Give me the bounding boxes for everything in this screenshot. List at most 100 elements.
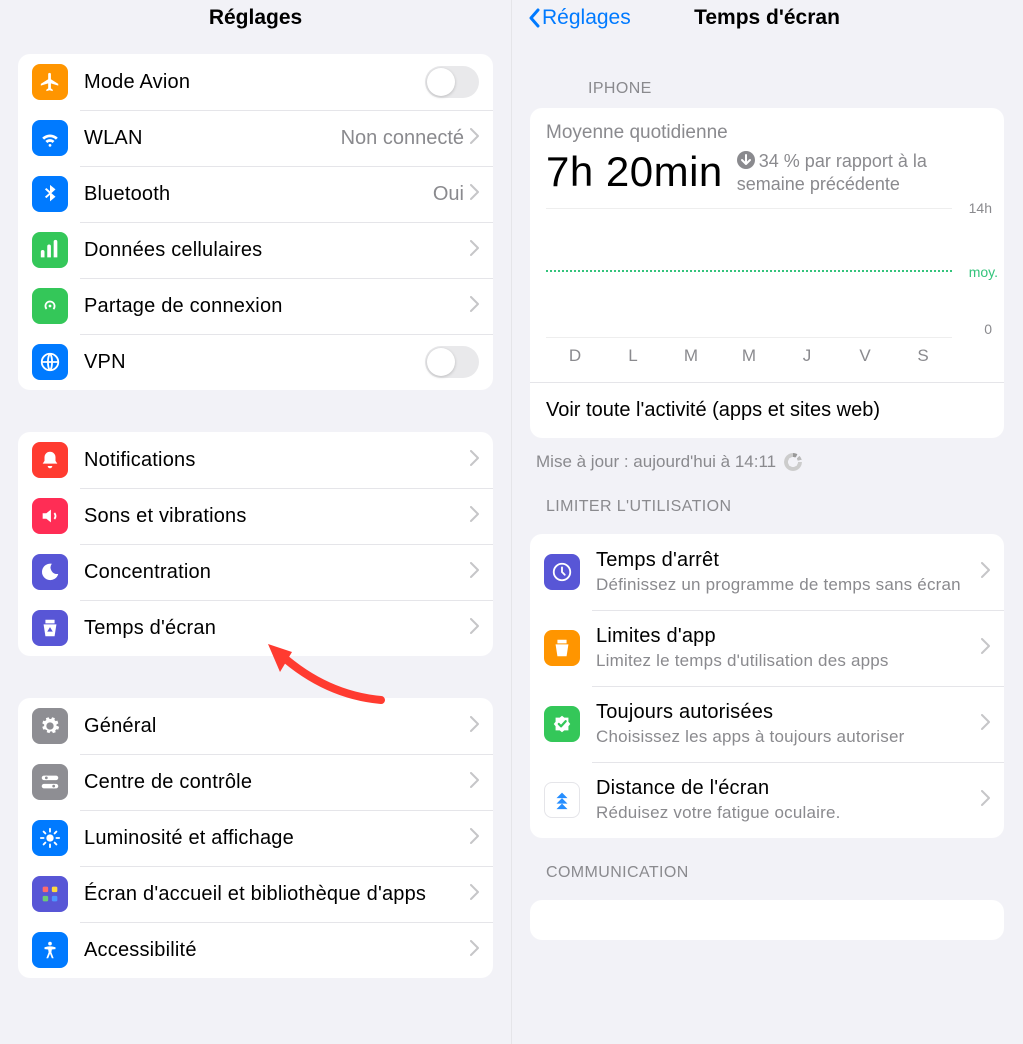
settings-row-focus[interactable]: Concentration [18,544,493,600]
chevron-right-icon [470,716,479,737]
chevron-right-icon [470,184,479,205]
y-tick-top: 14h [969,200,992,216]
settings-row-display[interactable]: Luminosité et affichage [18,810,493,866]
row-label: Distance de l'écranRéduisez votre fatigu… [596,777,981,823]
settings-row-bluetooth[interactable]: BluetoothOui [18,166,493,222]
update-status: Mise à jour : aujourd'hui à 14:11 [536,452,998,472]
toggle[interactable] [425,346,479,378]
row-label: Partage de connexion [84,295,470,318]
settings-row-home[interactable]: Écran d'accueil et bibliothèque d'apps [18,866,493,922]
access-icon [32,932,68,968]
settings-pane: Réglages Mode AvionWLANNon connectéBluet… [0,0,511,1044]
settings-row-control[interactable]: Centre de contrôle [18,754,493,810]
page-title: Réglages [209,6,302,30]
chevron-right-icon [470,940,479,961]
row-label: Notifications [84,449,470,472]
chevron-right-icon [981,638,990,659]
x-tick: L [604,346,662,366]
daily-average-card: Moyenne quotidienne 7h 20min 34 % par ra… [530,108,1004,438]
chevron-right-icon [981,790,990,811]
settings-group-network: Mode AvionWLANNon connectéBluetoothOuiDo… [18,54,493,390]
spinner-icon [784,453,802,471]
weekly-chart: 14h 0 moy. DLMMJVS [530,196,1004,382]
x-tick: S [894,346,952,366]
row-label: Sons et vibrations [84,505,470,528]
toggle[interactable] [425,66,479,98]
daily-average-value: 7h 20min [546,148,723,196]
settings-row-wlan[interactable]: WLANNon connecté [18,110,493,166]
x-tick: D [546,346,604,366]
control-icon [32,764,68,800]
row-label: Concentration [84,561,470,584]
home-icon [32,876,68,912]
airplane-icon [32,64,68,100]
settings-row-airplane[interactable]: Mode Avion [18,54,493,110]
x-tick: J [778,346,836,366]
back-label: Réglages [542,6,631,30]
row-label: WLAN [84,127,341,150]
downtime-icon [544,554,580,590]
see-all-activity-row[interactable]: Voir toute l'activité (apps et sites web… [530,382,1004,438]
row-label: Écran d'accueil et bibliothèque d'apps [84,883,470,906]
row-label: VPN [84,351,425,374]
row-label: Toujours autoriséesChoisissez les apps à… [596,701,981,747]
row-label: Mode Avion [84,71,425,94]
settings-row-access[interactable]: Accessibilité [18,922,493,978]
settings-row-notif[interactable]: Notifications [18,432,493,488]
device-header: IPHONE [588,80,988,98]
row-label: Limites d'appLimitez le temps d'utilisat… [596,625,981,671]
settings-row-hotspot[interactable]: Partage de connexion [18,278,493,334]
y-tick-bottom: 0 [984,321,992,337]
section-header-communication: COMMUNICATION [546,864,988,882]
delta-text: 34 % par rapport à la semaine précédente [737,151,988,196]
display-icon [32,820,68,856]
chevron-right-icon [981,562,990,583]
hotspot-icon [32,288,68,324]
row-label: Centre de contrôle [84,771,470,794]
chevron-right-icon [470,884,479,905]
limit-usage-group: Temps d'arrêtDéfinissez un programme de … [530,534,1004,838]
wlan-icon [32,120,68,156]
chevron-right-icon [470,240,479,261]
screentime-pane: Réglages Temps d'écran IPHONE Moyenne qu… [511,0,1022,1044]
chevron-right-icon [470,450,479,471]
general-icon [32,708,68,744]
section-header-limit: LIMITER L'UTILISATION [546,498,988,516]
limit-row-allowed[interactable]: Toujours autoriséesChoisissez les apps à… [530,686,1004,762]
settings-row-cellular[interactable]: Données cellulaires [18,222,493,278]
limit-row-downtime[interactable]: Temps d'arrêtDéfinissez un programme de … [530,534,1004,610]
settings-row-sound[interactable]: Sons et vibrations [18,488,493,544]
row-label: Données cellulaires [84,239,470,262]
arrow-down-circle-icon [737,151,755,175]
settings-group-general: Général Centre de contrôle Luminosité et a… [18,698,493,978]
applimit-icon [544,630,580,666]
chevron-right-icon [470,296,479,317]
allowed-icon [544,706,580,742]
delta-label: 34 % par rapport à la semaine précédente [737,151,927,195]
page-title: Temps d'écran [694,6,840,30]
communication-group [530,900,1004,940]
settings-group-notifications: Notifications Sons et vibrations Concentra… [18,432,493,656]
x-axis: DLMMJVS [546,338,952,382]
row-value: Oui [433,183,464,206]
notif-icon [32,442,68,478]
x-tick: M [662,346,720,366]
back-button[interactable]: Réglages [528,6,631,30]
row-label: Général [84,715,470,738]
settings-row-screentime[interactable]: Temps d'écran [18,600,493,656]
chevron-right-icon [470,772,479,793]
navbar: Réglages Temps d'écran [512,0,1022,36]
limit-row-applimit[interactable]: Limites d'appLimitez le temps d'utilisat… [530,610,1004,686]
avg-label: moy. [969,264,998,280]
x-tick: V [836,346,894,366]
see-all-activity-label: Voir toute l'activité (apps et sites web… [546,399,988,422]
screentime-icon [32,610,68,646]
settings-row-vpn[interactable]: VPN [18,334,493,390]
row-label: Bluetooth [84,183,433,206]
x-tick: M [720,346,778,366]
limit-row-distance[interactable]: Distance de l'écranRéduisez votre fatigu… [530,762,1004,838]
settings-row-general[interactable]: Général [18,698,493,754]
cellular-icon [32,232,68,268]
chevron-right-icon [470,506,479,527]
row-label: Accessibilité [84,939,470,962]
